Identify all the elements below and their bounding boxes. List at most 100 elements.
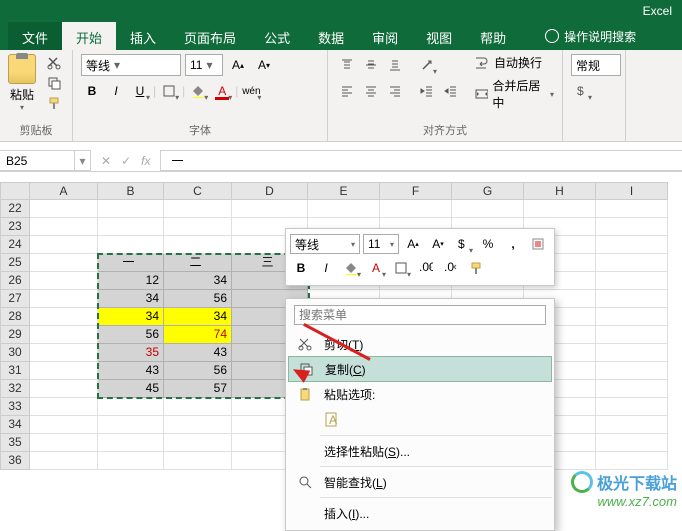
cell[interactable] bbox=[30, 326, 98, 344]
row-header[interactable]: 32 bbox=[0, 380, 30, 398]
menu-search-input[interactable] bbox=[294, 305, 546, 325]
font-color-button[interactable]: A bbox=[211, 80, 233, 102]
tab-insert[interactable]: 插入 bbox=[116, 22, 170, 50]
cell[interactable] bbox=[524, 200, 596, 218]
mini-accounting[interactable]: $ bbox=[452, 233, 474, 255]
col-header[interactable]: E bbox=[308, 182, 380, 200]
border-button[interactable] bbox=[158, 80, 180, 102]
tell-me-search[interactable]: 操作说明搜索 bbox=[535, 22, 646, 50]
row-header[interactable]: 22 bbox=[0, 200, 30, 218]
cell[interactable]: 43 bbox=[98, 362, 164, 380]
cell[interactable] bbox=[380, 200, 452, 218]
bold-button[interactable]: B bbox=[81, 80, 103, 102]
fx-icon[interactable]: fx bbox=[141, 154, 150, 168]
tab-data[interactable]: 数据 bbox=[304, 22, 358, 50]
align-bottom-button[interactable] bbox=[384, 54, 406, 76]
cell[interactable]: 56 bbox=[98, 326, 164, 344]
cell[interactable]: 35 bbox=[98, 344, 164, 362]
cell[interactable] bbox=[98, 218, 164, 236]
decrease-font-button[interactable]: A▾ bbox=[253, 54, 275, 76]
mini-fill-color[interactable] bbox=[340, 257, 362, 279]
cell[interactable] bbox=[596, 416, 668, 434]
menu-search[interactable] bbox=[294, 305, 546, 325]
cell[interactable] bbox=[30, 218, 98, 236]
accounting-format-button[interactable]: $ bbox=[571, 80, 593, 102]
mini-size-combo[interactable]: 11▾ bbox=[363, 234, 399, 254]
underline-button[interactable]: U bbox=[129, 80, 151, 102]
tab-review[interactable]: 审阅 bbox=[358, 22, 412, 50]
row-header[interactable]: 25 bbox=[0, 254, 30, 272]
col-header[interactable]: G bbox=[452, 182, 524, 200]
col-header[interactable]: B bbox=[98, 182, 164, 200]
cell[interactable]: 56 bbox=[164, 362, 232, 380]
fill-color-button[interactable] bbox=[187, 80, 209, 102]
cell[interactable] bbox=[596, 290, 668, 308]
row-header[interactable]: 24 bbox=[0, 236, 30, 254]
cell[interactable]: 43 bbox=[164, 344, 232, 362]
align-left-button[interactable] bbox=[336, 80, 358, 102]
cell[interactable] bbox=[596, 380, 668, 398]
cell[interactable] bbox=[98, 434, 164, 452]
row-header[interactable]: 36 bbox=[0, 452, 30, 470]
cell[interactable] bbox=[596, 236, 668, 254]
cell[interactable] bbox=[596, 254, 668, 272]
decrease-indent-button[interactable] bbox=[416, 80, 438, 102]
mini-font-color[interactable]: A bbox=[365, 257, 387, 279]
cell[interactable] bbox=[30, 272, 98, 290]
cell[interactable] bbox=[596, 362, 668, 380]
cell[interactable]: 12 bbox=[98, 272, 164, 290]
menu-insert[interactable]: 插入(I)... bbox=[288, 500, 552, 526]
cell[interactable]: 34 bbox=[98, 290, 164, 308]
mini-dec-decimal[interactable]: .0 bbox=[440, 257, 462, 279]
cell[interactable] bbox=[30, 254, 98, 272]
select-all-cell[interactable] bbox=[0, 182, 30, 200]
cell[interactable] bbox=[30, 290, 98, 308]
cell[interactable]: 34 bbox=[98, 308, 164, 326]
menu-paste-special[interactable]: 选择性粘贴(S)... bbox=[288, 438, 552, 464]
cell[interactable] bbox=[164, 236, 232, 254]
font-name-combo[interactable]: 等线▾ bbox=[81, 54, 181, 76]
paste-icon[interactable] bbox=[8, 54, 36, 84]
tab-formulas[interactable]: 公式 bbox=[250, 22, 304, 50]
mini-font-combo[interactable]: 等线▾ bbox=[290, 234, 360, 254]
italic-button[interactable]: I bbox=[105, 80, 127, 102]
cell[interactable] bbox=[98, 452, 164, 470]
menu-copy[interactable]: 复制(C) bbox=[288, 356, 552, 382]
cell[interactable] bbox=[30, 200, 98, 218]
row-header[interactable]: 28 bbox=[0, 308, 30, 326]
align-top-button[interactable] bbox=[336, 54, 358, 76]
cell[interactable] bbox=[30, 362, 98, 380]
cell[interactable] bbox=[30, 380, 98, 398]
cell[interactable] bbox=[164, 200, 232, 218]
cell[interactable] bbox=[98, 236, 164, 254]
mini-border[interactable] bbox=[390, 257, 412, 279]
tab-page-layout[interactable]: 页面布局 bbox=[170, 22, 250, 50]
paste-button[interactable]: 粘贴 bbox=[10, 86, 34, 103]
cell[interactable]: 56 bbox=[164, 290, 232, 308]
mini-increase-font[interactable]: A▴ bbox=[402, 233, 424, 255]
name-box-dropdown[interactable]: ▾ bbox=[75, 150, 91, 171]
cell[interactable] bbox=[98, 200, 164, 218]
cell[interactable] bbox=[596, 326, 668, 344]
align-center-button[interactable] bbox=[360, 80, 382, 102]
font-size-combo[interactable]: 11▾ bbox=[185, 54, 223, 76]
cell[interactable] bbox=[98, 398, 164, 416]
increase-indent-button[interactable] bbox=[440, 80, 462, 102]
number-format-combo[interactable]: 常规 bbox=[571, 54, 621, 76]
cell[interactable] bbox=[596, 200, 668, 218]
cell[interactable] bbox=[98, 416, 164, 434]
row-header[interactable]: 31 bbox=[0, 362, 30, 380]
row-header[interactable]: 23 bbox=[0, 218, 30, 236]
mini-cond-format[interactable] bbox=[527, 233, 549, 255]
align-right-button[interactable] bbox=[384, 80, 406, 102]
cell[interactable] bbox=[30, 416, 98, 434]
row-header[interactable]: 30 bbox=[0, 344, 30, 362]
mini-italic[interactable]: I bbox=[315, 257, 337, 279]
cell[interactable] bbox=[30, 434, 98, 452]
cell[interactable] bbox=[164, 398, 232, 416]
format-painter-button[interactable] bbox=[44, 94, 64, 112]
cell[interactable] bbox=[596, 434, 668, 452]
phonetic-button[interactable]: wén bbox=[240, 80, 262, 102]
tab-home[interactable]: 开始 bbox=[62, 22, 116, 50]
col-header[interactable]: H bbox=[524, 182, 596, 200]
